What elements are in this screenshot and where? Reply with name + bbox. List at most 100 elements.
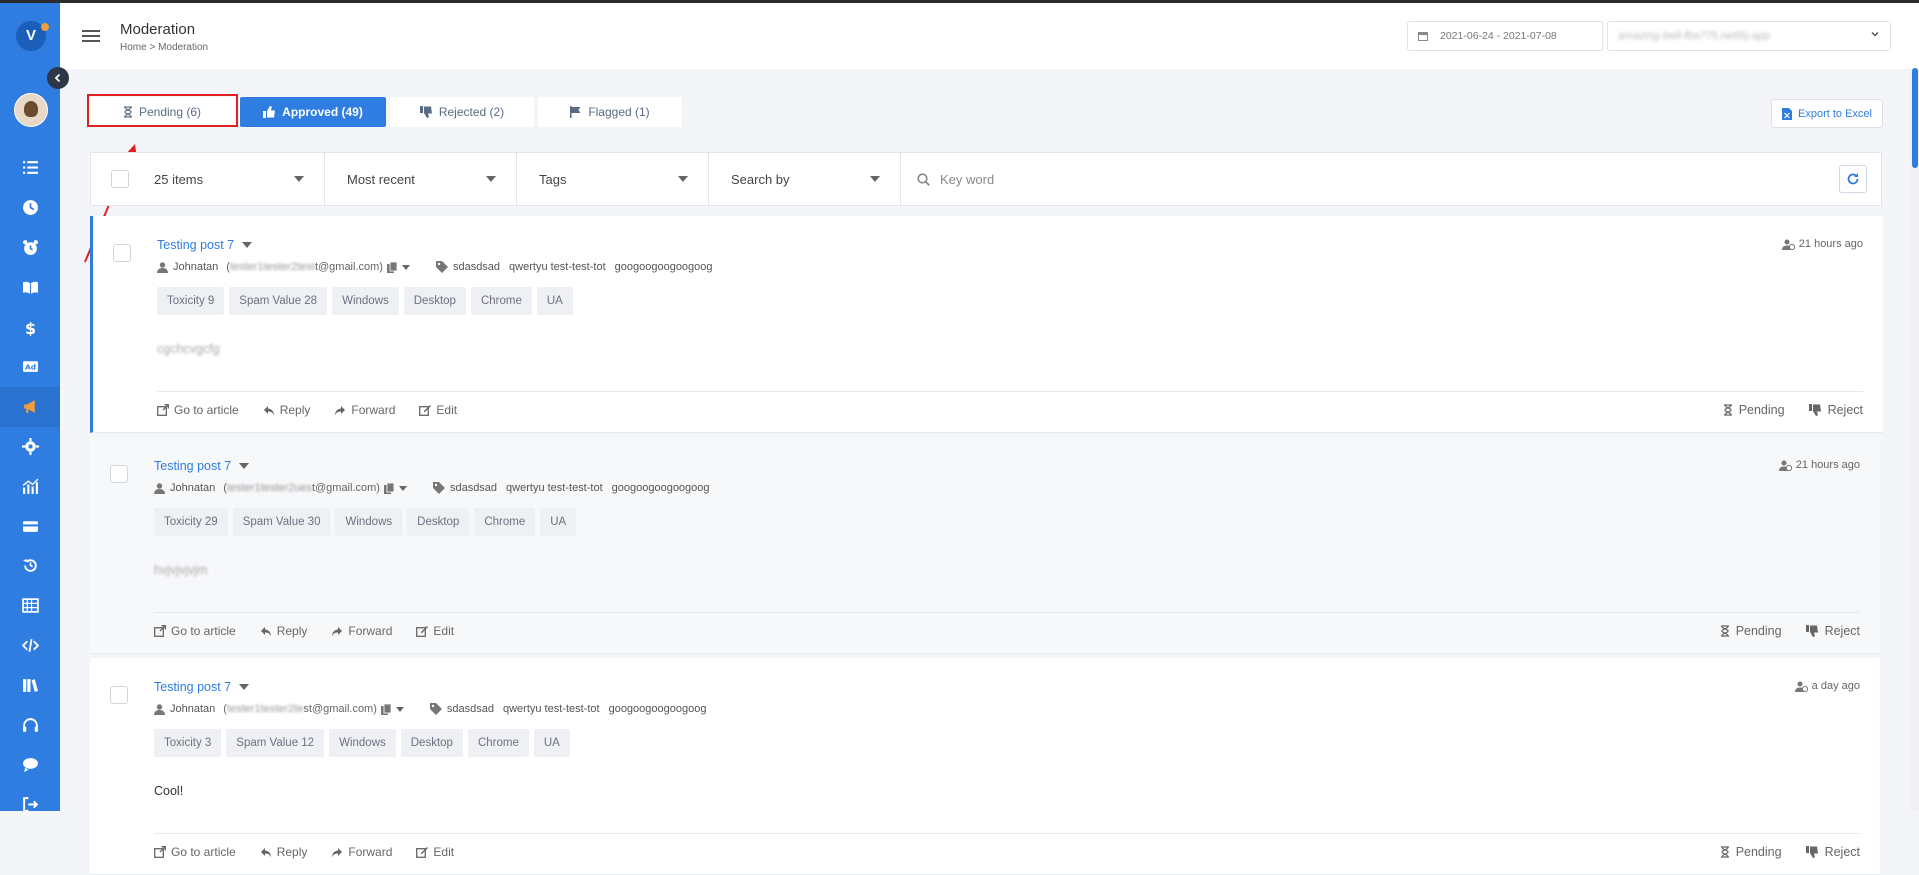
edit-button[interactable]: Edit [419, 403, 457, 417]
post-chip: Desktop [400, 729, 463, 757]
go-to-article-button[interactable]: Go to article [157, 403, 239, 417]
page-scrollbar[interactable] [1911, 68, 1919, 811]
app-logo[interactable]: V [16, 21, 49, 51]
clock-icon[interactable] [0, 188, 60, 228]
post-tag[interactable]: qwertyu test-test-tot [509, 261, 606, 273]
copy-icon[interactable] [380, 703, 391, 715]
forward-button[interactable]: Forward [331, 624, 392, 638]
keyword-search-input[interactable]: Key word [917, 153, 994, 205]
library-icon[interactable] [0, 665, 60, 705]
ad-icon[interactable]: Ad [0, 347, 60, 387]
post-chip: UA [533, 729, 570, 757]
user-icon [154, 482, 165, 494]
post-chip: Chrome [470, 287, 532, 315]
avatar[interactable] [14, 93, 48, 127]
post-tag[interactable]: googoogoogoogoog [615, 261, 713, 273]
edit-button[interactable]: Edit [416, 845, 454, 859]
post-title[interactable]: Testing post 7 [157, 238, 253, 252]
refresh-button[interactable] [1839, 165, 1867, 193]
post-tag[interactable]: googoogoogoogoog [612, 482, 710, 494]
tab-approved[interactable]: Approved (49) [240, 97, 386, 127]
reply-button[interactable]: Reply [263, 403, 310, 417]
book-icon[interactable] [0, 267, 60, 307]
go-to-article-button[interactable]: Go to article [154, 624, 236, 638]
forward-button[interactable]: Forward [331, 845, 392, 859]
post-chip: UA [540, 508, 577, 536]
post-status-actions: Pending Reject [1696, 624, 1860, 638]
caret-down-icon[interactable] [242, 242, 253, 248]
breadcrumb[interactable]: Home > Moderation [120, 42, 208, 53]
post-checkbox[interactable] [110, 465, 128, 483]
post-tag[interactable]: googoogoogoogoog [609, 703, 707, 715]
chart-icon[interactable] [0, 466, 60, 506]
caret-down-icon[interactable] [239, 684, 250, 690]
post-meta: Johnatan (tester1tester2uest@gmail.com) … [154, 482, 719, 494]
date-range-picker[interactable]: 2021-06-24 - 2021-07-08 [1407, 21, 1603, 51]
tab-flagged[interactable]: Flagged (1) [538, 97, 682, 127]
caret-down-icon [870, 176, 880, 182]
reject-button[interactable]: Reject [1808, 403, 1863, 417]
grid-icon[interactable] [0, 586, 60, 626]
reply-icon [260, 626, 271, 636]
alarm-icon[interactable] [0, 228, 60, 268]
hourglass-icon [1720, 846, 1729, 858]
pending-button[interactable]: Pending [1723, 403, 1785, 417]
user-clock-icon [1778, 460, 1792, 471]
post-time: 21 hours ago [1781, 238, 1863, 250]
tags-value: Tags [539, 171, 567, 187]
copy-icon[interactable] [383, 482, 394, 494]
caret-down-icon[interactable] [395, 706, 404, 712]
post-email: (tester1tester2uest@gmail.com) [223, 482, 380, 494]
tab-rejected[interactable]: Rejected (2) [390, 97, 534, 127]
flag-icon [570, 106, 581, 118]
pending-button[interactable]: Pending [1720, 845, 1782, 859]
export-to-excel-button[interactable]: Export to Excel [1771, 99, 1883, 128]
post-tag[interactable]: sdasdsad [453, 261, 500, 273]
reject-button[interactable]: Reject [1805, 845, 1860, 859]
post-title[interactable]: Testing post 7 [154, 459, 250, 473]
post-tag[interactable]: qwertyu test-test-tot [506, 482, 603, 494]
logout-icon[interactable] [0, 785, 60, 825]
caret-down-icon[interactable] [398, 485, 407, 491]
headset-icon[interactable] [0, 705, 60, 745]
list-icon[interactable] [0, 148, 60, 188]
site-select[interactable]: amazing-bell-fba775.netlify.app [1607, 21, 1891, 51]
gear-icon[interactable] [0, 427, 60, 467]
edit-button[interactable]: Edit [416, 624, 454, 638]
sidebar-collapse-button[interactable] [47, 67, 69, 89]
tag-icon [432, 482, 445, 494]
caret-down-icon [678, 176, 688, 182]
reply-button[interactable]: Reply [260, 624, 307, 638]
forward-button[interactable]: Forward [334, 403, 395, 417]
tags-select[interactable]: Tags [517, 153, 709, 205]
post-checkbox[interactable] [113, 244, 131, 262]
caret-down-icon[interactable] [401, 264, 410, 270]
post-tag[interactable]: sdasdsad [450, 482, 497, 494]
caret-down-icon[interactable] [239, 463, 250, 469]
scrollbar-thumb[interactable] [1912, 68, 1918, 168]
code-icon[interactable] [0, 626, 60, 666]
reply-button[interactable]: Reply [260, 845, 307, 859]
post-tag[interactable]: sdasdsad [447, 703, 494, 715]
post-actions: Go to article Reply Forward Edit [154, 624, 478, 638]
post-tag[interactable]: qwertyu test-test-tot [503, 703, 600, 715]
post-title[interactable]: Testing post 7 [154, 680, 250, 694]
menu-icon[interactable] [82, 30, 100, 44]
history-icon[interactable] [0, 546, 60, 586]
megaphone-icon[interactable] [0, 386, 60, 427]
post-title-text[interactable]: Testing post 7 [157, 238, 234, 252]
post-title-text[interactable]: Testing post 7 [154, 680, 231, 694]
sort-select[interactable]: Most recent [325, 153, 517, 205]
dollar-icon[interactable]: $ [0, 307, 60, 347]
post-title-text[interactable]: Testing post 7 [154, 459, 231, 473]
search-by-select[interactable]: Search by [709, 153, 901, 205]
go-to-article-button[interactable]: Go to article [154, 845, 236, 859]
post-chip: Chrome [474, 508, 536, 536]
items-per-page-select[interactable]: 25 items [91, 153, 325, 205]
reject-button[interactable]: Reject [1805, 624, 1860, 638]
chat-icon[interactable] [0, 745, 60, 785]
post-checkbox[interactable] [110, 686, 128, 704]
copy-icon[interactable] [386, 261, 397, 273]
pending-button[interactable]: Pending [1720, 624, 1782, 638]
card-icon[interactable] [0, 506, 60, 546]
